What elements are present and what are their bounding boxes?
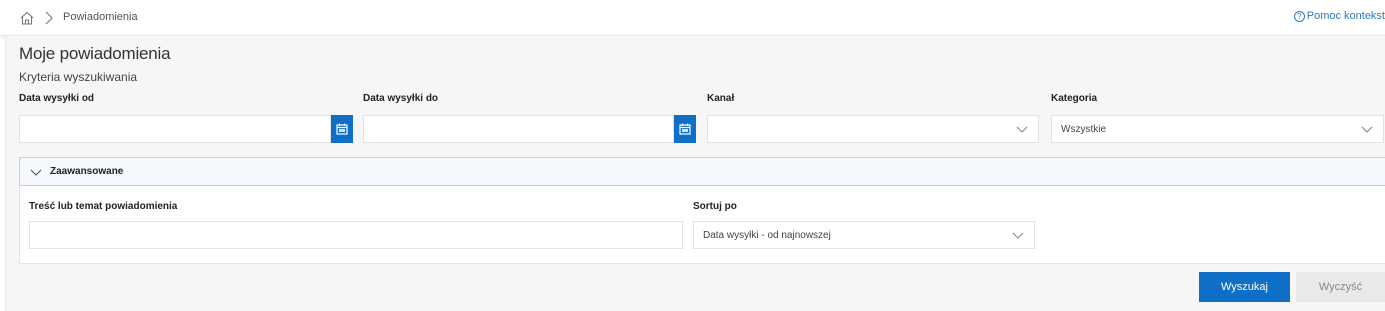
help-link[interactable]: ? Pomoc kontekst [1293,10,1385,22]
chevron-down-icon [1012,232,1024,239]
category-select[interactable]: Wszystkie [1051,115,1384,143]
date-from-label: Data wysyłki od [19,93,95,104]
chevron-down-icon [30,169,42,176]
content-input[interactable] [29,221,683,249]
calendar-icon [679,123,691,135]
advanced-label: Zaawansowane [50,166,124,177]
advanced-toggle[interactable]: Zaawansowane [19,157,1385,186]
breadcrumb-bar: Powiadomienia ? Pomoc kontekst [0,0,1385,36]
category-label: Kategoria [1051,93,1098,104]
date-from-input[interactable] [19,115,331,143]
advanced-panel: Treść lub temat powiadomienia Sortuj po … [19,186,1385,264]
chevron-right-icon [45,11,53,25]
chevron-down-icon [1016,126,1028,133]
sort-select-value: Data wysyłki - od najnowszej [703,230,831,241]
home-icon[interactable] [19,10,35,26]
content-label: Treść lub temat powiadomienia [29,201,178,212]
page-title: Moje powiadomienia [19,44,171,63]
calendar-icon [336,123,348,135]
date-from-calendar-button[interactable] [331,115,353,143]
sort-label: Sortuj po [693,201,737,212]
category-select-value: Wszystkie [1061,124,1106,135]
channel-label: Kanał [707,93,735,104]
chevron-down-icon [1361,126,1373,133]
date-to-input[interactable] [363,115,674,143]
date-to-calendar-button[interactable] [674,115,696,143]
search-panel: Moje powiadomienia Kryteria wyszukiwania… [5,36,1385,311]
search-button[interactable]: Wyszukaj [1199,272,1290,302]
sort-select[interactable]: Data wysyłki - od najnowszej [693,221,1035,249]
channel-select[interactable] [707,115,1039,143]
help-link-label: Pomoc kontekst [1306,10,1385,22]
page-subtitle: Kryteria wyszukiwania [19,70,138,84]
question-circle-icon: ? [1293,11,1305,22]
date-to-label: Data wysyłki do [363,93,439,104]
clear-button[interactable]: Wyczyść [1296,272,1385,302]
breadcrumb-current[interactable]: Powiadomienia [63,11,138,23]
